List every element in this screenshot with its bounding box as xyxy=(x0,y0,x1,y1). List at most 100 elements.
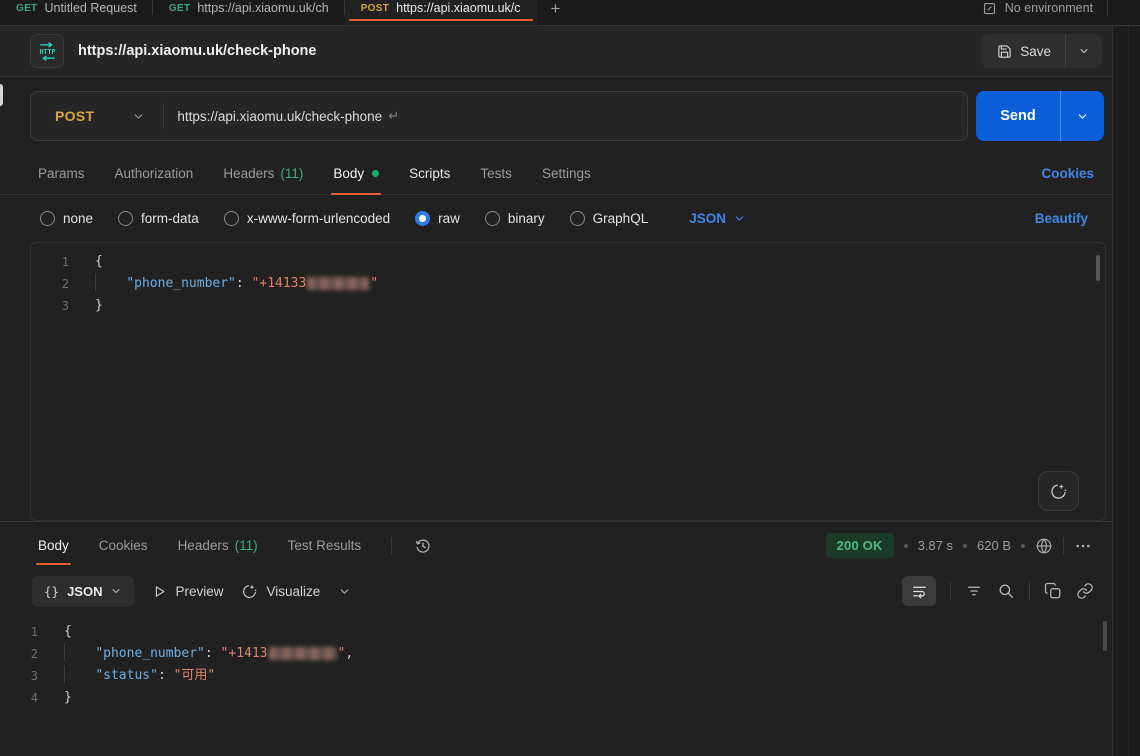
url-input-container: POST https://api.xiaomu.uk/check-phone ↵ xyxy=(30,91,968,141)
code-line: } xyxy=(64,687,353,709)
method-badge: GET xyxy=(16,3,37,14)
chevron-down-icon xyxy=(338,585,351,598)
radio-form-data[interactable]: form-data xyxy=(118,211,199,226)
format-selected: JSON xyxy=(67,584,102,599)
tab-tests[interactable]: Tests xyxy=(480,152,512,195)
cookies-link[interactable]: Cookies xyxy=(1041,166,1094,181)
toolbar-divider xyxy=(1063,537,1064,555)
beautify-link[interactable]: Beautify xyxy=(1035,211,1088,226)
request-tab-2[interactable]: GET https://api.xiaomu.uk/ch xyxy=(153,0,345,26)
toolbar-divider xyxy=(1029,582,1030,600)
code-line: { xyxy=(64,621,353,643)
sparkles-icon xyxy=(241,583,258,600)
new-tab-button[interactable]: + xyxy=(537,0,575,19)
method-dropdown[interactable]: POST xyxy=(31,108,163,124)
headers-count: (11) xyxy=(235,538,258,553)
wrap-text-icon xyxy=(911,583,928,600)
visualize-button[interactable]: Visualize xyxy=(241,583,320,600)
visualize-options-button[interactable] xyxy=(338,585,351,598)
copy-icon xyxy=(1044,582,1062,600)
tab-title: https://api.xiaomu.uk/ch xyxy=(197,1,328,15)
postbot-button[interactable] xyxy=(1038,471,1079,511)
request-body-editor[interactable]: 1 2 3 { "phone_number": "+14133" } xyxy=(30,242,1106,521)
request-title: https://api.xiaomu.uk/check-phone xyxy=(78,43,316,59)
request-tab-1[interactable]: GET Untitled Request xyxy=(0,0,153,26)
code-content: { "phone_number": "+1413", "status": "可用… xyxy=(38,621,353,756)
tab-params[interactable]: Params xyxy=(38,152,85,195)
more-actions-button[interactable] xyxy=(1074,537,1092,555)
headers-count: (11) xyxy=(280,166,303,181)
send-button[interactable]: Send xyxy=(976,91,1060,141)
radio-selected-icon xyxy=(415,211,430,226)
search-button[interactable] xyxy=(997,582,1015,600)
tab-authorization[interactable]: Authorization xyxy=(115,152,194,195)
method-badge: GET xyxy=(169,3,190,14)
url-bar: POST https://api.xiaomu.uk/check-phone ↵… xyxy=(0,77,1112,152)
scrollbar-thumb[interactable] xyxy=(1103,621,1107,651)
response-time[interactable]: 3.87 s xyxy=(918,538,953,553)
response-size[interactable]: 620 B xyxy=(977,538,1011,553)
code-line: "status": "可用" xyxy=(64,665,353,687)
preview-button[interactable]: Preview xyxy=(152,584,223,599)
wrap-text-button[interactable] xyxy=(902,576,936,606)
scrollbar-thumb[interactable] xyxy=(1096,255,1100,281)
line-number-gutter: 1 2 3 4 xyxy=(0,621,38,756)
method-selected: POST xyxy=(55,108,94,124)
search-icon xyxy=(997,582,1015,600)
radio-x-www-form-urlencoded[interactable]: x-www-form-urlencoded xyxy=(224,211,390,226)
copy-button[interactable] xyxy=(1044,582,1062,600)
response-format-dropdown[interactable]: {} JSON xyxy=(32,576,134,607)
line-number-gutter: 1 2 3 xyxy=(31,251,69,520)
tab-headers[interactable]: Headers(11) xyxy=(223,152,303,195)
environment-selector[interactable]: No environment xyxy=(982,1,1107,16)
response-tab-strip: Body Cookies Headers(11) Test Results 20… xyxy=(0,521,1112,569)
response-tab-body-active[interactable]: Body xyxy=(38,522,69,570)
link-icon xyxy=(1076,582,1094,600)
history-icon xyxy=(414,537,432,555)
tab-body-active[interactable]: Body xyxy=(333,152,379,195)
save-icon xyxy=(997,44,1012,59)
url-input[interactable]: https://api.xiaomu.uk/check-phone ↵ xyxy=(164,108,967,124)
code-content: { "phone_number": "+14133" } xyxy=(69,251,378,520)
save-button-group: Save xyxy=(981,34,1102,68)
save-label: Save xyxy=(1020,44,1051,59)
method-badge: POST xyxy=(361,3,389,14)
status-badge[interactable]: 200 OK xyxy=(826,533,894,558)
save-options-button[interactable] xyxy=(1066,45,1102,57)
language-selected: JSON xyxy=(689,211,726,226)
network-info-button[interactable] xyxy=(1035,537,1053,555)
response-history-button[interactable] xyxy=(414,537,432,555)
more-options-icon xyxy=(1074,537,1092,555)
body-has-content-dot xyxy=(372,170,379,177)
radio-binary[interactable]: binary xyxy=(485,211,545,226)
save-button[interactable]: Save xyxy=(981,44,1065,59)
request-tab-strip: Params Authorization Headers(11) Body Sc… xyxy=(0,152,1112,195)
code-line: "phone_number": "+14133" xyxy=(95,273,378,295)
radio-raw-selected[interactable]: raw xyxy=(415,211,460,226)
sidebar-collapse-handle[interactable] xyxy=(0,84,3,106)
response-tab-cookies[interactable]: Cookies xyxy=(99,522,148,570)
radio-icon xyxy=(570,211,585,226)
redacted-overlay xyxy=(307,277,369,290)
share-link-button[interactable] xyxy=(1076,582,1094,600)
tab-scripts[interactable]: Scripts xyxy=(409,152,450,195)
tab-title: https://api.xiaomu.uk/c xyxy=(396,1,520,15)
radio-none[interactable]: none xyxy=(40,211,93,226)
code-line: { xyxy=(95,251,378,273)
send-options-button[interactable] xyxy=(1061,91,1104,141)
redacted-overlay xyxy=(269,647,337,660)
response-tab-test-results[interactable]: Test Results xyxy=(288,522,362,570)
play-icon xyxy=(152,584,167,599)
request-tab-3-active[interactable]: POST https://api.xiaomu.uk/c xyxy=(345,0,537,26)
environment-icon xyxy=(982,1,997,16)
response-body-viewer[interactable]: 1 2 3 4 { "phone_number": "+1413", "stat… xyxy=(0,613,1112,756)
filter-button[interactable] xyxy=(965,582,983,600)
radio-graphql[interactable]: GraphQL xyxy=(570,211,649,226)
tab-title: Untitled Request xyxy=(44,1,136,15)
radio-icon xyxy=(224,211,239,226)
http-protocol-icon: HTTP xyxy=(30,34,64,68)
language-dropdown[interactable]: JSON xyxy=(689,211,746,226)
code-line: "phone_number": "+1413", xyxy=(64,643,353,665)
response-tab-headers[interactable]: Headers(11) xyxy=(178,522,258,570)
tab-settings[interactable]: Settings xyxy=(542,152,591,195)
